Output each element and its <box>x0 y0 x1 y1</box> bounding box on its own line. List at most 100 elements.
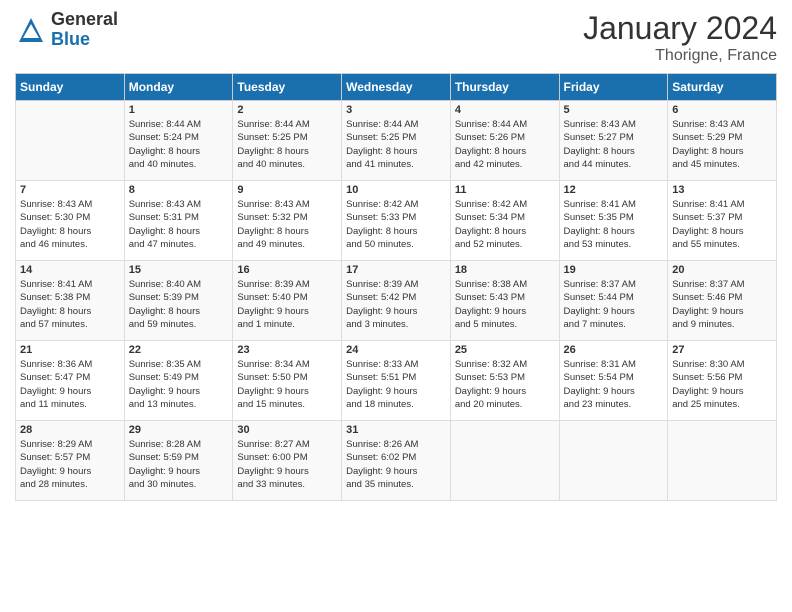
day-info: Sunrise: 8:26 AM Sunset: 6:02 PM Dayligh… <box>346 438 446 491</box>
table-row: 2 Sunrise: 8:44 AM Sunset: 5:25 PM Daylig… <box>233 101 342 181</box>
day-info: Sunrise: 8:43 AM Sunset: 5:32 PM Dayligh… <box>237 198 337 251</box>
day-number: 1 <box>129 104 229 116</box>
day-number: 17 <box>346 264 446 276</box>
table-row: 24 Sunrise: 8:33 AM Sunset: 5:51 PM Dayli… <box>342 341 451 421</box>
logo-blue: Blue <box>51 30 118 50</box>
day-info: Sunrise: 8:44 AM Sunset: 5:25 PM Dayligh… <box>346 118 446 171</box>
header-thursday: Thursday <box>450 74 559 101</box>
day-number: 26 <box>564 344 664 356</box>
logo: General Blue <box>15 10 118 50</box>
subtitle: Thorigne, France <box>583 47 777 65</box>
day-number: 13 <box>672 184 772 196</box>
table-row: 17 Sunrise: 8:39 AM Sunset: 5:42 PM Dayli… <box>342 261 451 341</box>
day-number: 27 <box>672 344 772 356</box>
table-row: 8 Sunrise: 8:43 AM Sunset: 5:31 PM Daylig… <box>124 181 233 261</box>
table-row <box>559 421 668 501</box>
day-info: Sunrise: 8:44 AM Sunset: 5:24 PM Dayligh… <box>129 118 229 171</box>
table-row: 3 Sunrise: 8:44 AM Sunset: 5:25 PM Daylig… <box>342 101 451 181</box>
calendar-week-row: 14 Sunrise: 8:41 AM Sunset: 5:38 PM Dayli… <box>16 261 777 341</box>
day-info: Sunrise: 8:32 AM Sunset: 5:53 PM Dayligh… <box>455 358 555 411</box>
header-friday: Friday <box>559 74 668 101</box>
day-info: Sunrise: 8:42 AM Sunset: 5:33 PM Dayligh… <box>346 198 446 251</box>
table-row: 5Sunrise: 8:43 AM Sunset: 5:27 PM Daylig… <box>559 101 668 181</box>
day-info: Sunrise: 8:36 AM Sunset: 5:47 PM Dayligh… <box>20 358 120 411</box>
table-row: 16Sunrise: 8:39 AM Sunset: 5:40 PM Dayli… <box>233 261 342 341</box>
table-row: 4 Sunrise: 8:44 AM Sunset: 5:26 PM Daylig… <box>450 101 559 181</box>
day-info: Sunrise: 8:44 AM Sunset: 5:26 PM Dayligh… <box>455 118 555 171</box>
calendar-week-row: 1 Sunrise: 8:44 AM Sunset: 5:24 PM Daylig… <box>16 101 777 181</box>
table-row: 13 Sunrise: 8:41 AM Sunset: 5:37 PM Dayli… <box>668 181 777 261</box>
header-wednesday: Wednesday <box>342 74 451 101</box>
header-monday: Monday <box>124 74 233 101</box>
day-number: 28 <box>20 424 120 436</box>
table-row <box>450 421 559 501</box>
logo-general: General <box>51 10 118 30</box>
table-row: 20Sunrise: 8:37 AM Sunset: 5:46 PM Dayli… <box>668 261 777 341</box>
day-number: 14 <box>20 264 120 276</box>
table-row: 22 Sunrise: 8:35 AM Sunset: 5:49 PM Dayli… <box>124 341 233 421</box>
day-number: 4 <box>455 104 555 116</box>
day-info: Sunrise: 8:40 AM Sunset: 5:39 PM Dayligh… <box>129 278 229 331</box>
day-info: Sunrise: 8:38 AM Sunset: 5:43 PM Dayligh… <box>455 278 555 331</box>
day-number: 19 <box>564 264 664 276</box>
day-number: 8 <box>129 184 229 196</box>
day-info: Sunrise: 8:41 AM Sunset: 5:38 PM Dayligh… <box>20 278 120 331</box>
table-row: 25Sunrise: 8:32 AM Sunset: 5:53 PM Dayli… <box>450 341 559 421</box>
day-number: 29 <box>129 424 229 436</box>
day-number: 24 <box>346 344 446 356</box>
calendar-week-row: 7 Sunrise: 8:43 AM Sunset: 5:30 PM Daylig… <box>16 181 777 261</box>
weekday-header-row: Sunday Monday Tuesday Wednesday Thursday… <box>16 74 777 101</box>
day-info: Sunrise: 8:39 AM Sunset: 5:42 PM Dayligh… <box>346 278 446 331</box>
table-row: 7 Sunrise: 8:43 AM Sunset: 5:30 PM Daylig… <box>16 181 125 261</box>
day-info: Sunrise: 8:35 AM Sunset: 5:49 PM Dayligh… <box>129 358 229 411</box>
header-saturday: Saturday <box>668 74 777 101</box>
table-row: 19 Sunrise: 8:37 AM Sunset: 5:44 PM Dayli… <box>559 261 668 341</box>
logo-icon <box>15 14 47 46</box>
table-row: 29Sunrise: 8:28 AM Sunset: 5:59 PM Dayli… <box>124 421 233 501</box>
main-title: January 2024 <box>583 10 777 47</box>
day-info: Sunrise: 8:41 AM Sunset: 5:37 PM Dayligh… <box>672 198 772 251</box>
day-number: 2 <box>237 104 337 116</box>
day-number: 30 <box>237 424 337 436</box>
day-number: 23 <box>237 344 337 356</box>
table-row: 21Sunrise: 8:36 AM Sunset: 5:47 PM Dayli… <box>16 341 125 421</box>
table-row: 1 Sunrise: 8:44 AM Sunset: 5:24 PM Daylig… <box>124 101 233 181</box>
calendar-week-row: 21Sunrise: 8:36 AM Sunset: 5:47 PM Dayli… <box>16 341 777 421</box>
page: General Blue January 2024 Thorigne, Fran… <box>0 0 792 612</box>
day-number: 15 <box>129 264 229 276</box>
table-row <box>668 421 777 501</box>
day-number: 22 <box>129 344 229 356</box>
day-info: Sunrise: 8:44 AM Sunset: 5:25 PM Dayligh… <box>237 118 337 171</box>
day-number: 10 <box>346 184 446 196</box>
calendar-table: Sunday Monday Tuesday Wednesday Thursday… <box>15 73 777 501</box>
header-tuesday: Tuesday <box>233 74 342 101</box>
table-row: 26 Sunrise: 8:31 AM Sunset: 5:54 PM Dayli… <box>559 341 668 421</box>
day-info: Sunrise: 8:43 AM Sunset: 5:31 PM Dayligh… <box>129 198 229 251</box>
day-info: Sunrise: 8:37 AM Sunset: 5:44 PM Dayligh… <box>564 278 664 331</box>
day-number: 20 <box>672 264 772 276</box>
table-row <box>16 101 125 181</box>
logo-text: General Blue <box>51 10 118 50</box>
table-row: 31 Sunrise: 8:26 AM Sunset: 6:02 PM Dayli… <box>342 421 451 501</box>
day-info: Sunrise: 8:43 AM Sunset: 5:30 PM Dayligh… <box>20 198 120 251</box>
calendar-week-row: 28 Sunrise: 8:29 AM Sunset: 5:57 PM Dayli… <box>16 421 777 501</box>
table-row: 12Sunrise: 8:41 AM Sunset: 5:35 PM Dayli… <box>559 181 668 261</box>
table-row: 6Sunrise: 8:43 AM Sunset: 5:29 PM Daylig… <box>668 101 777 181</box>
title-block: January 2024 Thorigne, France <box>583 10 777 65</box>
day-number: 12 <box>564 184 664 196</box>
day-info: Sunrise: 8:29 AM Sunset: 5:57 PM Dayligh… <box>20 438 120 491</box>
day-info: Sunrise: 8:42 AM Sunset: 5:34 PM Dayligh… <box>455 198 555 251</box>
table-row: 10 Sunrise: 8:42 AM Sunset: 5:33 PM Dayli… <box>342 181 451 261</box>
day-number: 31 <box>346 424 446 436</box>
day-number: 6 <box>672 104 772 116</box>
day-number: 3 <box>346 104 446 116</box>
day-info: Sunrise: 8:33 AM Sunset: 5:51 PM Dayligh… <box>346 358 446 411</box>
table-row: 11Sunrise: 8:42 AM Sunset: 5:34 PM Dayli… <box>450 181 559 261</box>
table-row: 30Sunrise: 8:27 AM Sunset: 6:00 PM Dayli… <box>233 421 342 501</box>
day-number: 7 <box>20 184 120 196</box>
day-info: Sunrise: 8:43 AM Sunset: 5:27 PM Dayligh… <box>564 118 664 171</box>
table-row: 28 Sunrise: 8:29 AM Sunset: 5:57 PM Dayli… <box>16 421 125 501</box>
table-row: 15 Sunrise: 8:40 AM Sunset: 5:39 PM Dayli… <box>124 261 233 341</box>
day-info: Sunrise: 8:31 AM Sunset: 5:54 PM Dayligh… <box>564 358 664 411</box>
table-row: 14 Sunrise: 8:41 AM Sunset: 5:38 PM Dayli… <box>16 261 125 341</box>
